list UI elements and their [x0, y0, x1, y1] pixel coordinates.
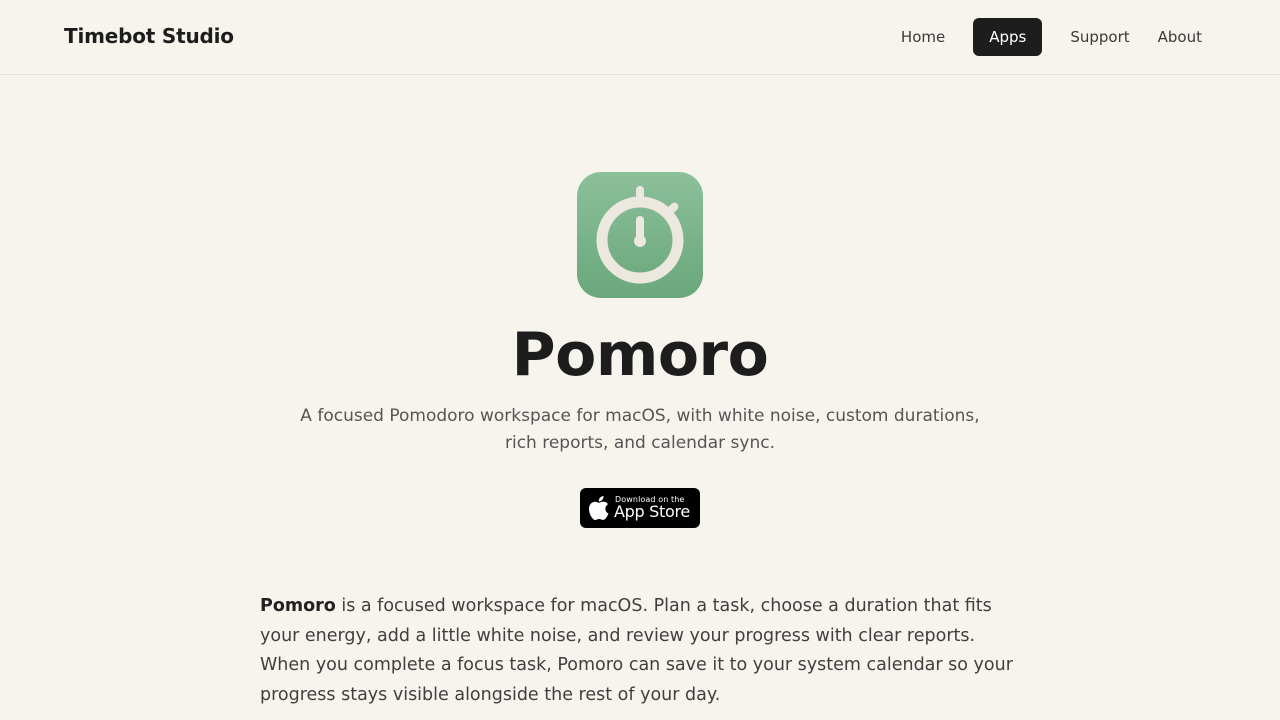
main-nav: Home Apps Support About [887, 18, 1216, 56]
nav-support-link[interactable]: Support [1056, 18, 1143, 56]
app-title: Pomoro [511, 320, 769, 390]
app-store-download-button[interactable]: Download on the App Store [580, 488, 700, 528]
top-navigation-bar: Timebot Studio Home Apps Support About [0, 0, 1280, 75]
app-tagline: A focused Pomodoro workspace for macOS, … [300, 406, 980, 453]
description-bold-lead: Pomoro [260, 596, 336, 616]
store-button-big-text: App Store [614, 502, 690, 521]
nav-about-link[interactable]: About [1144, 18, 1216, 56]
stopwatch-icon [577, 172, 703, 298]
apple-icon [589, 496, 609, 524]
brand-name[interactable]: Timebot Studio [64, 24, 234, 48]
app-description: Pomoro is a focused workspace for macOS.… [260, 592, 1020, 710]
nav-apps-link[interactable]: Apps [973, 18, 1043, 56]
description-text: is a focused workspace for macOS. Plan a… [260, 596, 1013, 705]
nav-home-link[interactable]: Home [887, 18, 959, 56]
